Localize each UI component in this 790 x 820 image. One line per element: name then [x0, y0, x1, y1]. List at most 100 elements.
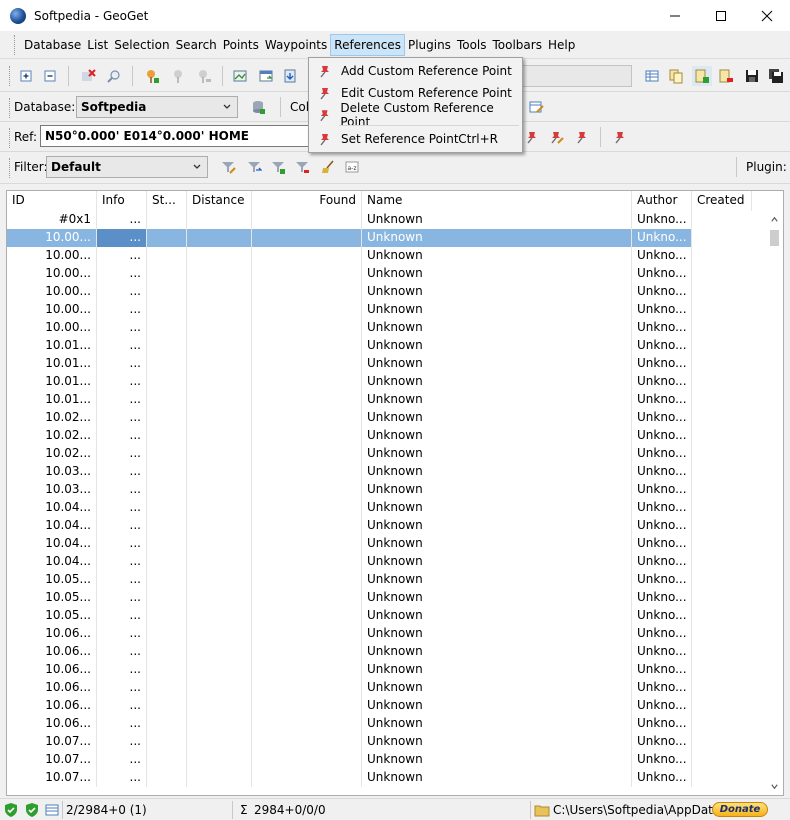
table-row[interactable]: 10.00...... Unknown Unkno... — [7, 301, 752, 319]
save-button[interactable] — [742, 66, 762, 86]
scroll-thumb[interactable] — [770, 230, 779, 246]
ref-field[interactable]: N50°0.000' E014°0.000' HOME — [40, 125, 310, 147]
toolbar-grip[interactable] — [9, 128, 12, 148]
scroll-down-button[interactable] — [766, 778, 783, 795]
filter-clear-button[interactable] — [318, 157, 338, 177]
table-row[interactable]: 10.06...... Unknown Unkno... — [7, 643, 752, 661]
import-button[interactable] — [280, 66, 300, 86]
table-row[interactable]: 10.06...... Unknown Unkno... — [7, 697, 752, 715]
table-row[interactable]: 10.03...... Unknown Unkno... — [7, 463, 752, 481]
column-header-created[interactable]: Created — [692, 191, 752, 211]
table-row[interactable]: 10.01...... Unknown Unkno... — [7, 391, 752, 409]
column-header-author[interactable]: Author — [632, 191, 692, 211]
remove-database-button[interactable] — [716, 66, 736, 86]
sort-button[interactable]: a-z — [342, 157, 362, 177]
menu-item-add-custom-reference-point[interactable]: Add Custom Reference Point — [311, 60, 520, 82]
save-all-button[interactable] — [766, 66, 786, 86]
edit-columns-button[interactable] — [526, 97, 546, 117]
table-row[interactable]: 10.06...... Unknown Unkno... — [7, 679, 752, 697]
export-button[interactable] — [256, 66, 276, 86]
menu-search[interactable]: Search — [173, 34, 220, 56]
filter-add-button[interactable] — [268, 157, 288, 177]
filter-select[interactable]: Default — [46, 156, 208, 178]
point-button[interactable] — [168, 66, 188, 86]
minimize-button[interactable] — [652, 0, 698, 31]
filter-edit-button[interactable] — [218, 157, 238, 177]
column-header-found[interactable]: Found — [252, 191, 362, 211]
menu-item-delete-custom-reference-point[interactable]: Delete Custom Reference Point — [311, 101, 520, 129]
menu-waypoints[interactable]: Waypoints — [262, 34, 330, 56]
zoom-button[interactable] — [104, 66, 124, 86]
table-row[interactable]: 10.05...... Unknown Unkno... — [7, 571, 752, 589]
toolbar-grip[interactable] — [9, 66, 12, 86]
column-header-st[interactable]: St... — [147, 191, 187, 211]
add-database-button[interactable] — [692, 66, 712, 86]
database-manage-button[interactable] — [248, 97, 268, 117]
point-remove-button[interactable] — [194, 66, 214, 86]
menu-plugins[interactable]: Plugins — [405, 34, 454, 56]
collapse-button[interactable] — [40, 66, 60, 86]
expand-button[interactable] — [16, 66, 36, 86]
menu-references[interactable]: References — [330, 33, 405, 56]
ref-pin-button[interactable] — [522, 127, 542, 147]
table-row[interactable]: 10.01...... Unknown Unkno... — [7, 373, 752, 391]
menu-tools[interactable]: Tools — [454, 34, 490, 56]
menu-list[interactable]: List — [84, 34, 111, 56]
ref-pin-edit-button[interactable] — [546, 127, 566, 147]
table-row[interactable]: 10.04...... Unknown Unkno... — [7, 535, 752, 553]
column-header-distance[interactable]: Distance — [187, 191, 252, 211]
table-row[interactable]: 10.06...... Unknown Unkno... — [7, 661, 752, 679]
column-header-name[interactable]: Name — [362, 191, 632, 211]
vertical-scrollbar[interactable] — [766, 211, 783, 795]
table-row[interactable]: #0x1... Unknown Unkno... — [7, 211, 752, 229]
waypoint-grid[interactable]: ID Info St... Distance Found Name Author Create… — [6, 190, 784, 796]
menu-selection[interactable]: Selection — [111, 34, 172, 56]
menu-item-set-reference-point[interactable]: Set Reference Point Ctrl+R — [311, 128, 520, 150]
table-row[interactable]: 10.02...... Unknown Unkno... — [7, 445, 752, 463]
search-field[interactable] — [518, 65, 632, 87]
table-row[interactable]: 10.07...... Unknown Unkno... — [7, 769, 752, 787]
map-button[interactable] — [230, 66, 250, 86]
table-row[interactable]: 10.00...... Unknown Unkno... — [7, 229, 752, 247]
filter-apply-button[interactable] — [244, 157, 264, 177]
toolbar-grip[interactable] — [9, 158, 12, 178]
toolbar-grip[interactable] — [9, 98, 12, 118]
table-row[interactable]: 10.07...... Unknown Unkno... — [7, 733, 752, 751]
table-row[interactable]: 10.06...... Unknown Unkno... — [7, 625, 752, 643]
grid-view-button[interactable] — [642, 66, 662, 86]
menu-points[interactable]: Points — [220, 34, 262, 56]
close-button[interactable] — [744, 0, 790, 31]
filter-remove-button[interactable] — [292, 157, 312, 177]
database-select[interactable]: Softpedia — [76, 96, 238, 118]
ref-pin-delete-button[interactable] — [572, 127, 592, 147]
toolbar-grip[interactable] — [14, 34, 17, 55]
scroll-up-button[interactable] — [766, 211, 783, 228]
table-row[interactable]: 10.00...... Unknown Unkno... — [7, 283, 752, 301]
menu-database[interactable]: Database — [21, 34, 84, 56]
table-row[interactable]: 10.03...... Unknown Unkno... — [7, 481, 752, 499]
table-row[interactable]: 10.02...... Unknown Unkno... — [7, 427, 752, 445]
add-point-button[interactable] — [142, 66, 162, 86]
table-row[interactable]: 10.05...... Unknown Unkno... — [7, 607, 752, 625]
ref-pin-set-button[interactable] — [610, 127, 630, 147]
column-header-id[interactable]: ID — [7, 191, 97, 211]
table-row[interactable]: 10.00...... Unknown Unkno... — [7, 265, 752, 283]
maximize-button[interactable] — [698, 0, 744, 31]
table-row[interactable]: 10.04...... Unknown Unkno... — [7, 517, 752, 535]
table-row[interactable]: 10.00...... Unknown Unkno... — [7, 247, 752, 265]
table-row[interactable]: 10.06...... Unknown Unkno... — [7, 715, 752, 733]
table-row[interactable]: 10.00...... Unknown Unkno... — [7, 319, 752, 337]
delete-waypoint-button[interactable] — [78, 66, 98, 86]
column-header-info[interactable]: Info — [97, 191, 147, 211]
table-row[interactable]: 10.04...... Unknown Unkno... — [7, 553, 752, 571]
table-row[interactable]: 10.02...... Unknown Unkno... — [7, 409, 752, 427]
table-row[interactable]: 10.05...... Unknown Unkno... — [7, 589, 752, 607]
menu-toolbars[interactable]: Toolbars — [490, 34, 545, 56]
donate-button[interactable]: Donate — [712, 802, 768, 817]
table-row[interactable]: 10.07...... Unknown Unkno... — [7, 751, 752, 769]
table-row[interactable]: 10.04...... Unknown Unkno... — [7, 499, 752, 517]
menu-help[interactable]: Help — [545, 34, 578, 56]
table-row[interactable]: 10.01...... Unknown Unkno... — [7, 337, 752, 355]
table-row[interactable]: 10.01...... Unknown Unkno... — [7, 355, 752, 373]
copy-button[interactable] — [666, 66, 686, 86]
